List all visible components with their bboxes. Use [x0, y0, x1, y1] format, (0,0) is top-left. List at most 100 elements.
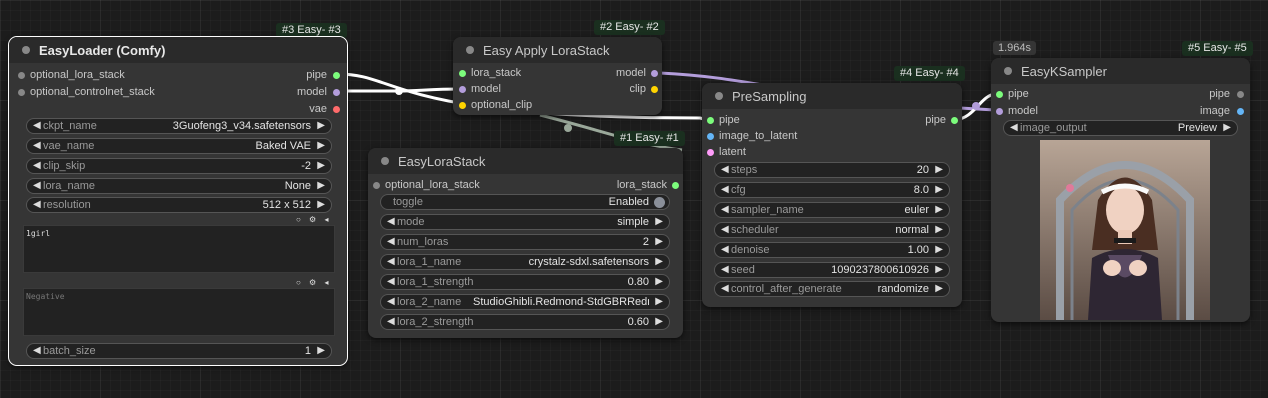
arrow-left-icon[interactable]: ◀	[33, 160, 41, 171]
widget-lora-1-name[interactable]: ◀ lora_1_name crystalz-sdxl.safetensors …	[380, 254, 670, 270]
easyksampler-node[interactable]: EasyKSampler pipe model pipe image ◀ ima…	[991, 58, 1250, 322]
input-pipe-dot-icon[interactable]	[707, 117, 714, 124]
node-header[interactable]: Easy Apply LoraStack	[453, 37, 662, 63]
arrow-left-icon[interactable]: ◀	[387, 296, 395, 307]
arrow-right-icon[interactable]: ▶	[655, 236, 663, 247]
collapse-dot-icon[interactable]	[466, 46, 474, 54]
arrow-right-icon[interactable]: ▶	[935, 164, 943, 175]
node-header[interactable]: PreSampling	[702, 83, 962, 109]
arrow-left-icon[interactable]: ◀	[33, 140, 41, 151]
widget-denoise[interactable]: ◀ denoise 1.00 ▶	[714, 242, 950, 258]
output-pipe-dot-icon[interactable]	[951, 117, 958, 124]
negative-prompt-textarea[interactable]: Negative	[23, 288, 335, 336]
widget-steps[interactable]: ◀ steps 20 ▶	[714, 162, 950, 178]
node-header[interactable]: EasyKSampler	[991, 58, 1250, 84]
output-model-dot-icon[interactable]	[651, 70, 658, 77]
arrow-right-icon[interactable]: ▶	[935, 204, 943, 215]
collapse-dot-icon[interactable]	[381, 157, 389, 165]
widget-lora-2-strength[interactable]: ◀ lora_2_strength 0.60 ▶	[380, 314, 670, 330]
input-clip-dot-icon[interactable]	[459, 102, 466, 109]
widget-sampler-name[interactable]: ◀ sampler_name euler ▶	[714, 202, 950, 218]
arrow-left-icon[interactable]: ◀	[1010, 122, 1018, 133]
widget-lora-1-strength[interactable]: ◀ lora_1_strength 0.80 ▶	[380, 274, 670, 290]
arrow-left-icon[interactable]: ◀	[721, 264, 729, 275]
arrow-left-icon[interactable]: ◀	[387, 216, 395, 227]
positive-prompt-textarea[interactable]: 1girl	[23, 225, 335, 273]
arrow-right-icon[interactable]: ▶	[935, 264, 943, 275]
arrow-right-icon[interactable]: ▶	[317, 160, 325, 171]
widget-batch-size[interactable]: ◀ batch_size 1 ▶	[26, 343, 332, 359]
arrow-left-icon[interactable]: ◀	[387, 276, 395, 287]
widget-resolution[interactable]: ◀ resolution 512 x 512 ▶	[26, 197, 332, 213]
output-clip-dot-icon[interactable]	[651, 86, 658, 93]
arrow-right-icon[interactable]: ▶	[317, 120, 325, 131]
arrow-right-icon[interactable]: ▶	[655, 276, 663, 287]
arrow-left-icon[interactable]: ◀	[721, 164, 729, 175]
widget-scheduler[interactable]: ◀ scheduler normal ▶	[714, 222, 950, 238]
widget-cfg[interactable]: ◀ cfg 8.0 ▶	[714, 182, 950, 198]
input-latent-dot-icon[interactable]	[707, 149, 714, 156]
arrow-right-icon[interactable]: ▶	[317, 199, 325, 210]
toggle-knob-icon[interactable]	[654, 197, 665, 208]
output-image-dot-icon[interactable]	[1237, 108, 1244, 115]
arrow-right-icon[interactable]: ▶	[317, 180, 325, 191]
arrow-right-icon[interactable]: ▶	[935, 224, 943, 235]
text-tools-icons[interactable]: ○ ⚙ ◂	[296, 215, 331, 224]
arrow-left-icon[interactable]: ◀	[387, 316, 395, 327]
input-image-dot-icon[interactable]	[707, 133, 714, 140]
output-lora-stack-dot-icon[interactable]	[672, 182, 679, 189]
widget-seed[interactable]: ◀ seed 1090237800610926 ▶	[714, 262, 950, 278]
arrow-left-icon[interactable]: ◀	[721, 283, 729, 294]
arrow-right-icon[interactable]: ▶	[655, 256, 663, 267]
arrow-left-icon[interactable]: ◀	[721, 224, 729, 235]
arrow-left-icon[interactable]: ◀	[387, 236, 395, 247]
widget-ckpt-name[interactable]: ◀ ckpt_name 3Guofeng3_v34.safetensors ▶	[26, 118, 332, 134]
node-header[interactable]: EasyLoader (Comfy)	[9, 37, 347, 63]
arrow-right-icon[interactable]: ▶	[655, 316, 663, 327]
input-model-dot-icon[interactable]	[996, 108, 1003, 115]
widget-mode[interactable]: ◀ mode simple ▶	[380, 214, 670, 230]
presampling-node[interactable]: PreSampling pipe image_to_latent latent …	[702, 83, 962, 307]
generated-image-preview[interactable]	[1040, 140, 1210, 320]
node-header[interactable]: EasyLoraStack	[368, 148, 683, 174]
widget-clip-skip[interactable]: ◀ clip_skip -2 ▶	[26, 158, 332, 174]
arrow-right-icon[interactable]: ▶	[935, 283, 943, 294]
easyloader-node[interactable]: EasyLoader (Comfy) optional_lora_stack o…	[8, 36, 348, 366]
input-slot-icon[interactable]	[18, 89, 25, 96]
collapse-dot-icon[interactable]	[715, 92, 723, 100]
widget-toggle[interactable]: toggle Enabled	[380, 194, 670, 210]
widget-control-after-generate[interactable]: ◀ control_after_generate randomize ▶	[714, 281, 950, 297]
widget-lora-name[interactable]: ◀ lora_name None ▶	[26, 178, 332, 194]
widget-image-output[interactable]: ◀ image_output Preview ▶	[1003, 120, 1238, 136]
arrow-left-icon[interactable]: ◀	[33, 345, 41, 356]
arrow-left-icon[interactable]: ◀	[721, 184, 729, 195]
arrow-left-icon[interactable]: ◀	[721, 244, 729, 255]
arrow-left-icon[interactable]: ◀	[721, 204, 729, 215]
arrow-left-icon[interactable]: ◀	[33, 199, 41, 210]
arrow-right-icon[interactable]: ▶	[935, 184, 943, 195]
input-slot-icon[interactable]	[373, 182, 380, 189]
arrow-right-icon[interactable]: ▶	[655, 296, 663, 307]
input-pipe-dot-icon[interactable]	[996, 91, 1003, 98]
text-tools-icons[interactable]: ○ ⚙ ◂	[296, 278, 331, 287]
widget-num-loras[interactable]: ◀ num_loras 2 ▶	[380, 234, 670, 250]
widget-lora-2-name[interactable]: ◀ lora_2_name StudioGhibli.Redmond-StdGB…	[380, 294, 670, 310]
apply-lorastack-node[interactable]: Easy Apply LoraStack lora_stack model op…	[453, 37, 662, 115]
output-model-dot-icon[interactable]	[333, 89, 340, 96]
arrow-left-icon[interactable]: ◀	[33, 120, 41, 131]
arrow-left-icon[interactable]: ◀	[33, 180, 41, 191]
easylorastack-node[interactable]: EasyLoraStack optional_lora_stack lora_s…	[368, 148, 683, 338]
arrow-right-icon[interactable]: ▶	[317, 345, 325, 356]
input-lora-stack-dot-icon[interactable]	[459, 70, 466, 77]
output-pipe-dot-icon[interactable]	[1237, 91, 1244, 98]
arrow-right-icon[interactable]: ▶	[655, 216, 663, 227]
input-slot-icon[interactable]	[18, 72, 25, 79]
arrow-right-icon[interactable]: ▶	[1223, 122, 1231, 133]
input-model-dot-icon[interactable]	[459, 86, 466, 93]
arrow-right-icon[interactable]: ▶	[317, 140, 325, 151]
collapse-dot-icon[interactable]	[22, 46, 30, 54]
output-pipe-dot-icon[interactable]	[333, 72, 340, 79]
output-vae-dot-icon[interactable]	[333, 106, 340, 113]
arrow-left-icon[interactable]: ◀	[387, 256, 395, 267]
widget-vae-name[interactable]: ◀ vae_name Baked VAE ▶	[26, 138, 332, 154]
